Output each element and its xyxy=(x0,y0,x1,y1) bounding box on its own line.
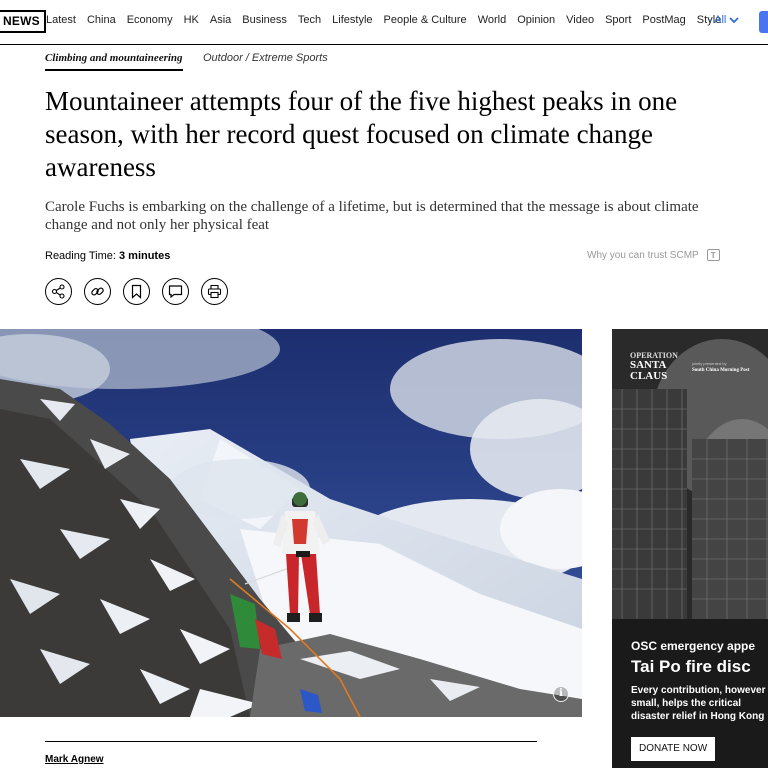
topic-tag-primary[interactable]: Climbing and mountaineering xyxy=(45,52,183,71)
nav-item-economy[interactable]: Economy xyxy=(127,14,173,26)
share-icon xyxy=(51,284,65,299)
comment-button[interactable] xyxy=(162,278,189,305)
photo-info-icon[interactable]: i xyxy=(553,686,569,702)
nav-item-opinion[interactable]: Opinion xyxy=(517,14,555,26)
nav-item-lifestyle[interactable]: Lifestyle xyxy=(332,14,372,26)
nav-item-tech[interactable]: Tech xyxy=(298,14,321,26)
trust-link[interactable]: Why you can trust SCMP T xyxy=(587,249,720,261)
ad-logo-line3: CLAUS xyxy=(630,370,668,382)
bookmark-icon xyxy=(131,284,142,299)
nav-item-latest[interactable]: Latest xyxy=(46,14,76,26)
donate-now-button[interactable]: DONATE NOW xyxy=(631,737,716,761)
author-link[interactable]: Mark Agnew xyxy=(45,754,104,765)
subscribe-button[interactable] xyxy=(759,11,768,33)
trust-label: Why you can trust SCMP xyxy=(587,249,699,261)
mountaineer-photo xyxy=(0,329,582,717)
article-headline: Mountaineer attempts four of the five hi… xyxy=(45,86,678,182)
nav-item-people-culture[interactable]: People & Culture xyxy=(384,14,467,26)
share-button[interactable] xyxy=(45,278,72,305)
share-toolbar xyxy=(45,278,240,305)
reading-time: Reading Time: 3 minutes xyxy=(45,250,170,262)
author-divider xyxy=(45,741,537,742)
top-navigation: NEWS Latest China Economy HK Asia Busine… xyxy=(0,0,768,45)
nav-all-dropdown[interactable]: - All xyxy=(708,14,739,26)
topic-tag-secondary[interactable]: Outdoor / Extreme Sports xyxy=(203,52,328,64)
ad-body: Every contribution, however or small, he… xyxy=(631,685,768,722)
trust-icon: T xyxy=(706,249,720,261)
nav-item-world[interactable]: World xyxy=(478,14,507,26)
chevron-down-icon xyxy=(729,16,739,23)
link-icon xyxy=(91,287,104,296)
nav-item-video[interactable]: Video xyxy=(566,14,594,26)
ad-logo: OPERATION SANTA CLAUS xyxy=(630,351,678,382)
copy-link-button[interactable] xyxy=(84,278,111,305)
nav-item-hk[interactable]: HK xyxy=(184,14,199,26)
brand-logo[interactable]: NEWS xyxy=(0,10,46,33)
print-icon xyxy=(207,284,222,299)
nav-item-business[interactable]: Business xyxy=(242,14,287,26)
nav-items: Latest China Economy HK Asia Business Te… xyxy=(46,14,732,26)
comment-icon xyxy=(168,285,183,299)
nav-all-label: - All xyxy=(708,14,727,26)
ad-title: Tai Po fire disc xyxy=(631,657,751,676)
nav-item-sport[interactable]: Sport xyxy=(605,14,631,26)
article-subhead: Carole Fuchs is embarking on the challen… xyxy=(45,199,699,233)
hero-photo xyxy=(0,329,582,717)
reading-time-value: 3 minutes xyxy=(118,250,171,262)
ad-presented-by: jointly presented by xyxy=(692,361,727,366)
bookmark-button[interactable] xyxy=(123,278,150,305)
ad-paper-name: South China Morning Post xyxy=(692,368,750,373)
ad-eyebrow: OSC emergency appe xyxy=(631,639,756,653)
advertisement[interactable]: OPERATION SANTA CLAUS jointly presented … xyxy=(612,329,768,768)
nav-item-postmag[interactable]: PostMag xyxy=(642,14,685,26)
reading-time-label: Reading Time: xyxy=(45,250,119,262)
nav-item-china[interactable]: China xyxy=(87,14,116,26)
print-button[interactable] xyxy=(201,278,228,305)
nav-item-asia[interactable]: Asia xyxy=(210,14,231,26)
